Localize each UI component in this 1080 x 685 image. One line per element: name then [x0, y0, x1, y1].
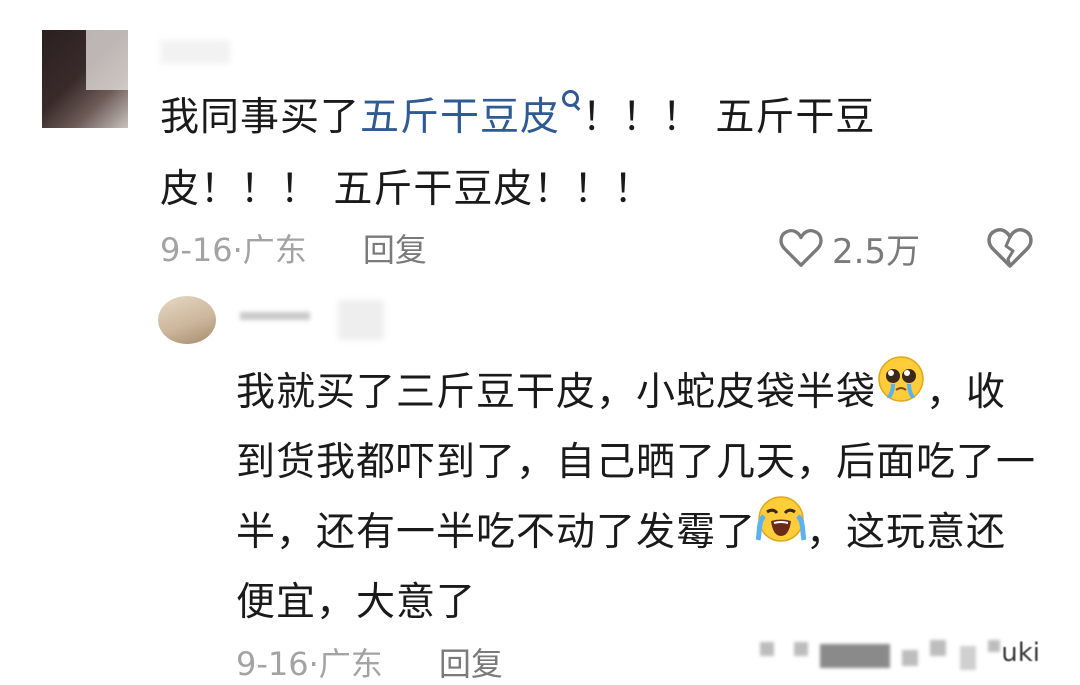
like-button[interactable]: 2.5万 [778, 224, 920, 272]
reply-text-part1: 我就买了三斤豆干皮，小蛇皮袋半袋 [236, 370, 877, 415]
search-link-label: 五斤干豆皮 [360, 95, 561, 140]
reply-username-blurred-2 [338, 300, 384, 340]
username-blurred[interactable] [160, 40, 230, 64]
reply-location: 广东 [318, 645, 383, 683]
reply-button[interactable]: 回复 [363, 225, 427, 271]
reply-text: 我就买了三斤豆干皮，小蛇皮袋半袋 ，收到货我都吓到了，自己晒了几天，后面吃了一半… [236, 356, 1036, 638]
reply-username-blurred[interactable] [240, 312, 310, 320]
like-count: 2.5万 [832, 231, 921, 272]
comment-text: 我同事买了五斤干豆皮！！！ 五斤干豆皮！！！ 五斤干豆皮！！！ [160, 82, 920, 226]
search-link[interactable]: 五斤干豆皮 [360, 90, 582, 140]
avatar[interactable] [42, 30, 128, 128]
reply-meta: 9-16·广东 回复 [236, 640, 503, 684]
comment-location: 广东 [242, 231, 307, 269]
comment-meta: 9-16·广东 回复 [160, 226, 427, 270]
comment-date-location: 9-16·广东 [160, 231, 307, 269]
reply-avatar[interactable] [158, 296, 216, 344]
pleading-face-emoji [876, 354, 926, 427]
reply-date-location: 9-16·广东 [236, 645, 383, 683]
reply-date: 9-16 [236, 645, 309, 683]
comment-text-prefix: 我同事买了 [160, 95, 361, 140]
watermark-text: uki [1001, 638, 1040, 668]
broken-heart-icon[interactable] [986, 226, 1034, 270]
heart-outline-icon [779, 228, 823, 267]
watermark: uki [760, 636, 1060, 678]
loudly-crying-face-emoji [755, 494, 807, 567]
comment-date: 9-16 [160, 231, 233, 269]
search-icon [560, 88, 582, 118]
reply-reply-button[interactable]: 回复 [439, 639, 503, 685]
